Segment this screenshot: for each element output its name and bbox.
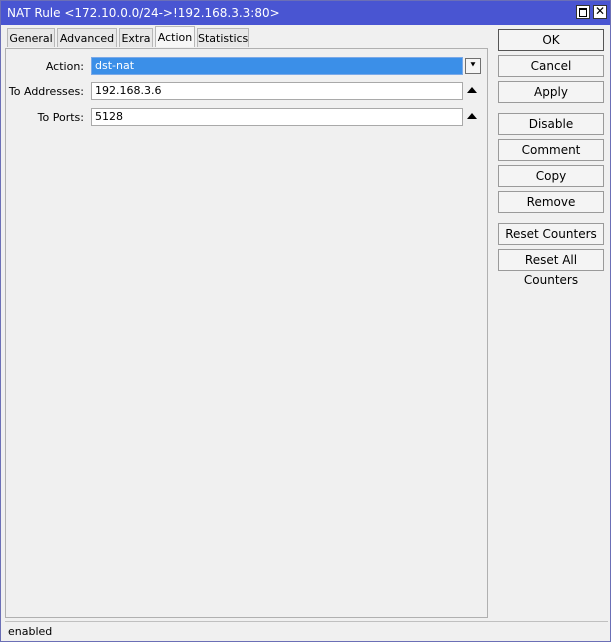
status-text: enabled [8,625,53,638]
collapse-up-icon[interactable] [467,113,477,119]
nat-rule-window: NAT Rule <172.10.0.0/24->!192.168.3.3:80… [0,0,611,642]
to-ports-field[interactable]: 5128 [91,108,463,126]
tab-action[interactable]: Action [155,26,195,47]
maximize-icon[interactable] [576,5,590,19]
to-ports-row: To Ports: 5128 [6,108,489,128]
reset-counters-button[interactable]: Reset Counters [498,223,604,245]
to-addresses-label: To Addresses: [8,85,84,98]
collapse-up-icon[interactable] [467,87,477,93]
comment-button[interactable]: Comment [498,139,604,161]
tab-extra[interactable]: Extra [119,28,153,47]
action-select[interactable]: dst-nat [91,57,463,75]
status-bar: enabled [5,621,608,640]
ok-button[interactable]: OK [498,29,604,51]
window-title: NAT Rule <172.10.0.0/24->!192.168.3.3:80… [7,6,280,20]
copy-button[interactable]: Copy [498,165,604,187]
apply-button[interactable]: Apply [498,81,604,103]
tab-advanced[interactable]: Advanced [57,28,117,47]
to-addresses-field[interactable]: 192.168.3.6 [91,82,463,100]
action-row: Action: dst-nat ⯆ [6,57,489,77]
tab-general[interactable]: General [7,28,55,47]
reset-all-counters-button[interactable]: Reset All Counters [498,249,604,287]
tab-statistics[interactable]: Statistics [197,28,249,47]
to-addresses-row: To Addresses: 192.168.3.6 [6,82,489,102]
cancel-button[interactable]: Cancel [498,55,604,77]
close-icon[interactable]: ✕ [593,5,607,19]
action-label: Action: [45,60,84,73]
action-panel: Action: dst-nat ⯆ To Addresses: 192.168.… [5,48,488,618]
dropdown-arrow-icon[interactable]: ⯆ [465,58,481,74]
title-bar[interactable]: NAT Rule <172.10.0.0/24->!192.168.3.3:80… [1,1,610,25]
remove-button[interactable]: Remove [498,191,604,213]
to-ports-label: To Ports: [37,111,84,124]
disable-button[interactable]: Disable [498,113,604,135]
